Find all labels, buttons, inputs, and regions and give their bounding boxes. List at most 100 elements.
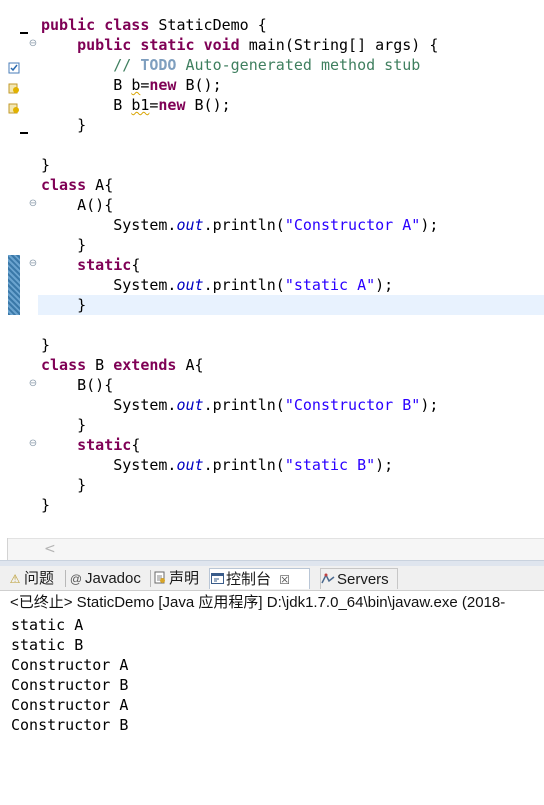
code-token: class [104, 16, 150, 34]
tab-servers[interactable]: Servers [320, 568, 398, 589]
code-line[interactable]: } [41, 495, 544, 515]
code-line[interactable]: class B extends A{ [41, 355, 544, 375]
code-token: { [131, 436, 141, 454]
code-token: System. [113, 396, 177, 414]
code-line[interactable]: static{ [41, 435, 544, 455]
code-token: ); [420, 396, 439, 414]
code-line[interactable]: B b=new B(); [41, 75, 544, 95]
code-editor[interactable]: ⊖ ⊖ ⊖ ⊖ ⊖ public class StaticDemo { publ… [0, 0, 544, 560]
code-token: class [41, 176, 87, 194]
code-token: class [41, 356, 87, 374]
code-token: B [86, 356, 114, 374]
code-token: B(); [185, 96, 231, 114]
code-token: } [41, 476, 87, 494]
code-line[interactable]: A(){ [41, 195, 544, 215]
code-line[interactable]: } [41, 235, 544, 255]
code-line[interactable]: } [41, 475, 544, 495]
code-token: System. [113, 456, 177, 474]
code-line[interactable]: System.out.println("Constructor A"); [41, 215, 544, 235]
code-line[interactable]: B b1=new B(); [41, 95, 544, 115]
code-token: out [176, 216, 204, 234]
quick-diff-marker [20, 32, 28, 34]
code-line[interactable]: public static void main(String[] args) { [41, 35, 544, 55]
code-token: "static A" [284, 276, 376, 294]
code-line[interactable]: public class StaticDemo { [41, 15, 544, 35]
tab-label: 控制台 [226, 571, 272, 588]
code-token: "static B" [284, 456, 376, 474]
tab-problems[interactable]: ⚠ 问题 [8, 568, 64, 589]
warning-marker-icon[interactable] [8, 99, 20, 114]
code-line[interactable] [41, 135, 544, 155]
code-token: public [41, 16, 96, 34]
view-tab-bar: ⚠ 问题 @ Javadoc 声明 控制台 ☒ Servers [0, 566, 544, 591]
code-line[interactable]: System.out.println("static B"); [41, 455, 544, 475]
change-bar [8, 255, 20, 315]
code-line[interactable]: } [41, 415, 544, 435]
code-token: .println( [203, 456, 285, 474]
console-output[interactable]: static A static B Constructor A Constructor… [11, 615, 128, 735]
code-token: extends [113, 356, 177, 374]
code-token: .println( [203, 216, 285, 234]
code-line[interactable]: class A{ [41, 175, 544, 195]
code-token: "Constructor A" [284, 216, 421, 234]
code-token: } [41, 416, 87, 434]
code-token: out [176, 456, 204, 474]
tab-javadoc[interactable]: @ Javadoc [69, 568, 149, 589]
code-line[interactable]: System.out.println("Constructor B"); [41, 395, 544, 415]
code-token: b1 [131, 96, 150, 114]
javadoc-icon: @ [69, 572, 83, 586]
warning-marker-icon[interactable] [8, 79, 20, 94]
scroll-left-arrow-icon[interactable]: < [44, 541, 56, 557]
fold-collapse-icon[interactable]: ⊖ [28, 439, 38, 449]
horizontal-scrollbar[interactable]: < [8, 538, 544, 560]
fold-collapse-icon[interactable]: ⊖ [28, 259, 38, 269]
code-token: } [41, 296, 87, 314]
source-code[interactable]: public class StaticDemo { public static … [38, 15, 544, 515]
tab-label: 问题 [24, 570, 55, 587]
declaration-icon [153, 569, 167, 590]
code-token: static [140, 36, 195, 54]
code-line[interactable]: // TODO Auto-generated method stub [41, 55, 544, 75]
code-token: } [41, 496, 51, 514]
code-line[interactable]: } [41, 115, 544, 135]
code-line[interactable]: } [41, 335, 544, 355]
tab-console[interactable]: 控制台 ☒ [209, 568, 310, 589]
fold-collapse-icon[interactable]: ⊖ [28, 199, 38, 209]
tab-separator [150, 570, 151, 587]
task-marker-icon[interactable] [8, 59, 20, 74]
code-token: A{ [176, 356, 204, 374]
code-token: out [176, 396, 204, 414]
console-line: Constructor B [11, 716, 129, 734]
code-token: .println( [203, 276, 285, 294]
code-line[interactable]: } [41, 155, 544, 175]
code-line[interactable]: static{ [41, 255, 544, 275]
code-token: ); [420, 216, 439, 234]
quick-diff-marker [20, 132, 28, 134]
code-token: { [131, 256, 141, 274]
code-line[interactable]: System.out.println("static A"); [41, 275, 544, 295]
code-token: new [149, 76, 177, 94]
code-token: ); [375, 276, 394, 294]
code-token: B(); [176, 76, 222, 94]
tab-declaration[interactable]: 声明 [153, 568, 207, 589]
folding-column [22, 0, 40, 538]
fold-collapse-icon[interactable]: ⊖ [28, 39, 38, 49]
tab-label: Javadoc [85, 570, 141, 587]
console-view: ⚠ 问题 @ Javadoc 声明 控制台 ☒ Servers <已终止> Stat… [0, 566, 544, 805]
code-token: public [77, 36, 132, 54]
code-token: out [176, 276, 204, 294]
process-status: <已终止> StaticDemo [Java 应用程序] D:\jdk1.7.0… [10, 594, 506, 611]
code-token: Auto-generated method stub [176, 56, 421, 74]
code-line[interactable]: B(){ [41, 375, 544, 395]
code-token: "Constructor B" [284, 396, 421, 414]
code-token: new [158, 96, 186, 114]
close-icon[interactable]: ☒ [279, 573, 290, 587]
code-token: A{ [86, 176, 114, 194]
console-line: static A [11, 616, 84, 634]
tab-separator [65, 570, 66, 587]
fold-collapse-icon[interactable]: ⊖ [28, 379, 38, 389]
code-token: } [41, 116, 87, 134]
tab-label: Servers [337, 571, 389, 588]
code-line[interactable] [41, 315, 544, 335]
code-line[interactable]: } [38, 295, 544, 315]
